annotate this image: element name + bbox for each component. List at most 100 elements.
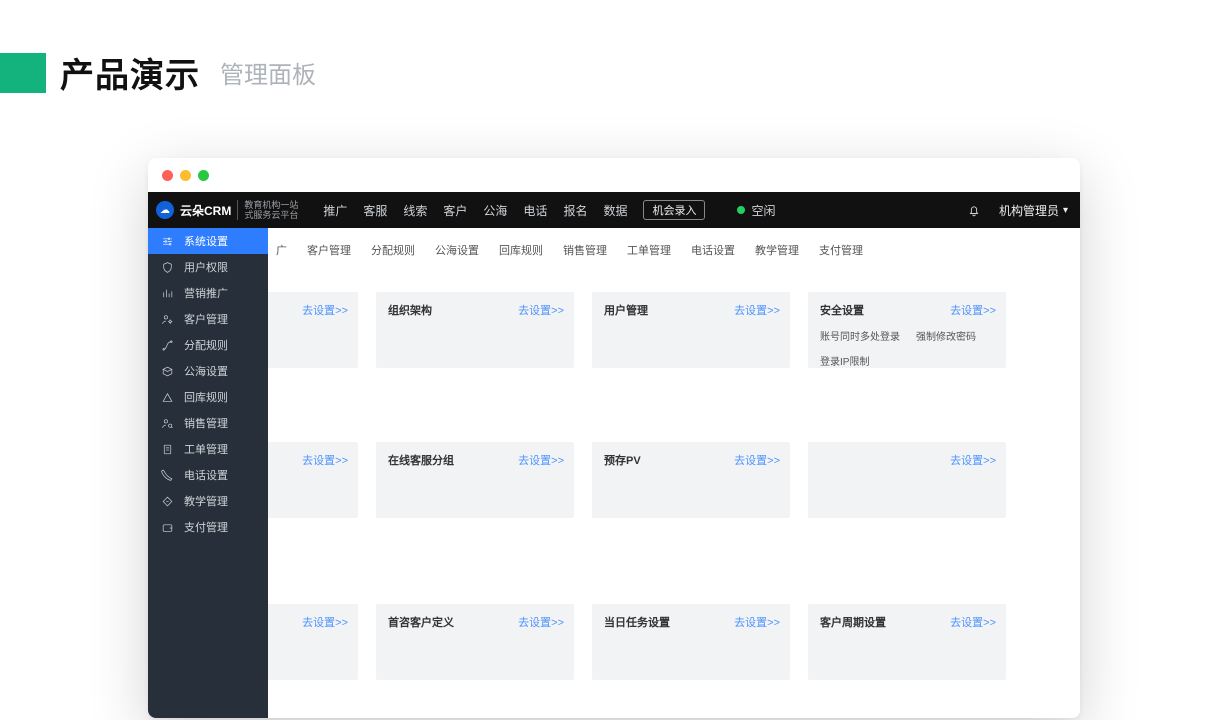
status-label: 空闲	[751, 202, 775, 219]
card-go-link[interactable]: 去设置>>	[302, 302, 348, 318]
top-nav-item[interactable]: 报名	[563, 202, 587, 219]
page-header: 产品演示 管理面板	[0, 48, 316, 97]
top-nav: 推广 客服 线索 客户 公海 电话 报名 数据	[323, 202, 627, 219]
brand-text: 云朵CRM	[180, 202, 231, 219]
top-nav-item[interactable]: 电话	[523, 202, 547, 219]
brand-tagline: 教育机构一站式服务云平台	[237, 200, 305, 220]
sidebar-item-label: 分配规则	[184, 337, 228, 353]
sidebar-item-label: 公海设置	[184, 363, 228, 379]
bell-icon[interactable]	[967, 203, 981, 217]
window-min-dot[interactable]	[180, 170, 191, 181]
card-go-link[interactable]: 去设置>>	[518, 452, 564, 468]
top-nav-item[interactable]: 客服	[363, 202, 387, 219]
window-traffic-lights	[148, 158, 1080, 192]
sidebar-item-label: 用户权限	[184, 259, 228, 275]
card-go-link[interactable]: 去设置>>	[302, 452, 348, 468]
app-window: ☁ 云朵CRM 教育机构一站式服务云平台 推广 客服 线索 客户 公海 电话 报…	[148, 158, 1080, 718]
settings-card: 在线客服分组去设置>>	[376, 442, 574, 518]
sub-tab[interactable]: 回库规则	[489, 238, 553, 262]
settings-card: 去设置>>	[268, 604, 358, 680]
sub-tabs: 广客户管理分配规则公海设置回库规则销售管理工单管理电话设置教学管理支付管理	[268, 228, 1080, 272]
sidebar-item-label: 工单管理	[184, 441, 228, 457]
sidebar-item-2[interactable]: 营销推广	[148, 280, 268, 306]
sub-tab[interactable]: 销售管理	[553, 238, 617, 262]
card-go-link[interactable]: 去设置>>	[518, 302, 564, 318]
agent-status[interactable]: 空闲	[737, 202, 775, 219]
settings-card: 预存PV去设置>>	[592, 442, 790, 518]
settings-card: 去设置>>	[268, 292, 358, 368]
sub-tab[interactable]: 公海设置	[425, 238, 489, 262]
top-nav-item[interactable]: 线索	[403, 202, 427, 219]
sidebar-item-4[interactable]: 分配规则	[148, 332, 268, 358]
card-row: 去设置>>在线客服分组去设置>>预存PV去设置>>去设置>>	[268, 442, 1070, 518]
tag-edit-icon	[160, 494, 174, 508]
settings-card: 客户周期设置去设置>>	[808, 604, 1006, 680]
settings-card: 去设置>>	[808, 442, 1006, 518]
sidebar-item-label: 教学管理	[184, 493, 228, 509]
chip: 登录IP限制	[820, 353, 869, 368]
top-nav-item[interactable]: 客户	[443, 202, 467, 219]
card-go-link[interactable]: 去设置>>	[950, 614, 996, 630]
sub-tab[interactable]: 客户管理	[297, 238, 361, 262]
sidebar-item-9[interactable]: 电话设置	[148, 462, 268, 488]
chevron-down-icon: ▾	[1063, 205, 1068, 216]
page-subtitle: 管理面板	[220, 55, 316, 90]
card-go-link[interactable]: 去设置>>	[302, 614, 348, 630]
sub-tab[interactable]: 工单管理	[617, 238, 681, 262]
record-button[interactable]: 机会录入	[643, 200, 705, 220]
card-go-link[interactable]: 去设置>>	[950, 452, 996, 468]
sidebar-item-label: 支付管理	[184, 519, 228, 535]
sidebar-item-8[interactable]: 工单管理	[148, 436, 268, 462]
wallet-icon	[160, 520, 174, 534]
role-dropdown[interactable]: 机构管理员 ▾	[999, 202, 1068, 219]
card-go-link[interactable]: 去设置>>	[734, 452, 780, 468]
role-label: 机构管理员	[999, 202, 1059, 219]
top-nav-item[interactable]: 数据	[603, 202, 627, 219]
sub-tab[interactable]: 分配规则	[361, 238, 425, 262]
brand-logo[interactable]: ☁ 云朵CRM 教育机构一站式服务云平台	[148, 200, 315, 220]
sidebar: 系统设置用户权限营销推广客户管理分配规则公海设置回库规则销售管理工单管理电话设置…	[148, 228, 268, 718]
topbar: ☁ 云朵CRM 教育机构一站式服务云平台 推广 客服 线索 客户 公海 电话 报…	[148, 192, 1080, 228]
sidebar-item-label: 销售管理	[184, 415, 228, 431]
sub-tab[interactable]: 广	[268, 238, 297, 262]
settings-sliders-icon	[160, 234, 174, 248]
settings-card: 安全设置去设置>>账号同时多处登录强制修改密码登录IP限制	[808, 292, 1006, 368]
card-go-link[interactable]: 去设置>>	[734, 614, 780, 630]
card-go-link[interactable]: 去设置>>	[950, 302, 996, 318]
sidebar-item-0[interactable]: 系统设置	[148, 228, 268, 254]
window-max-dot[interactable]	[198, 170, 209, 181]
content-area: 广客户管理分配规则公海设置回库规则销售管理工单管理电话设置教学管理支付管理 去设…	[268, 228, 1080, 718]
sidebar-item-6[interactable]: 回库规则	[148, 384, 268, 410]
sidebar-item-5[interactable]: 公海设置	[148, 358, 268, 384]
sidebar-item-7[interactable]: 销售管理	[148, 410, 268, 436]
sub-tab[interactable]: 教学管理	[745, 238, 809, 262]
chip: 账号同时多处登录	[820, 328, 900, 343]
card-row: 去设置>>组织架构去设置>>用户管理去设置>>安全设置去设置>>账号同时多处登录…	[268, 292, 1070, 368]
sidebar-item-label: 系统设置	[184, 233, 228, 249]
window-close-dot[interactable]	[162, 170, 173, 181]
settings-card: 用户管理去设置>>	[592, 292, 790, 368]
route-icon	[160, 338, 174, 352]
triangle-icon	[160, 390, 174, 404]
card-go-link[interactable]: 去设置>>	[518, 614, 564, 630]
sub-tab[interactable]: 支付管理	[809, 238, 873, 262]
settings-card: 组织架构去设置>>	[376, 292, 574, 368]
sidebar-item-3[interactable]: 客户管理	[148, 306, 268, 332]
box-icon	[160, 364, 174, 378]
settings-card: 当日任务设置去设置>>	[592, 604, 790, 680]
doc-icon	[160, 442, 174, 456]
settings-card: 首咨客户定义去设置>>	[376, 604, 574, 680]
card-go-link[interactable]: 去设置>>	[734, 302, 780, 318]
sidebar-item-10[interactable]: 教学管理	[148, 488, 268, 514]
shield-icon	[160, 260, 174, 274]
settings-card: 去设置>>	[268, 442, 358, 518]
sidebar-item-label: 客户管理	[184, 311, 228, 327]
top-nav-item[interactable]: 公海	[483, 202, 507, 219]
sub-tab[interactable]: 电话设置	[681, 238, 745, 262]
cards-container: 去设置>>组织架构去设置>>用户管理去设置>>安全设置去设置>>账号同时多处登录…	[268, 292, 1080, 680]
sidebar-item-label: 营销推广	[184, 285, 228, 301]
top-nav-item[interactable]: 推广	[323, 202, 347, 219]
sidebar-item-1[interactable]: 用户权限	[148, 254, 268, 280]
accent-block	[0, 53, 46, 93]
sidebar-item-11[interactable]: 支付管理	[148, 514, 268, 540]
